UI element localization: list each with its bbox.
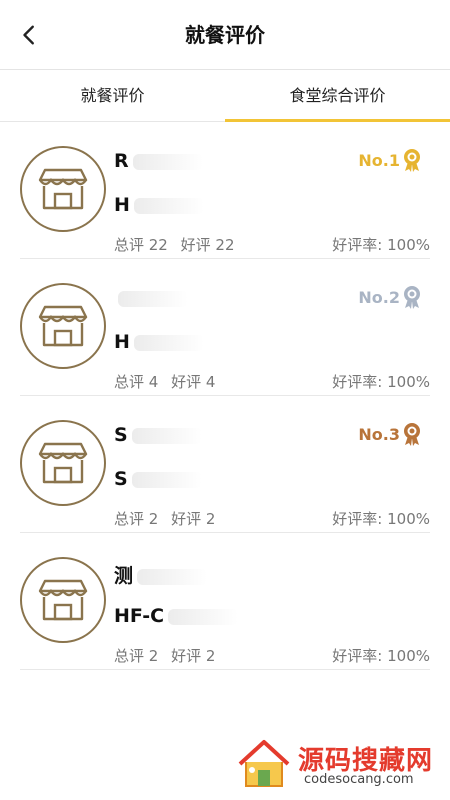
canteen-avatar xyxy=(20,146,106,232)
review-stats: 总评 2 好评 2 xyxy=(114,645,223,666)
good-reviews: 好评 2 xyxy=(171,510,216,528)
review-stats: 总评 22 好评 22 xyxy=(114,234,243,255)
house-logo-icon xyxy=(238,740,290,787)
store-icon xyxy=(38,168,88,210)
canteen-card[interactable]: S S 总评 2 好评 2 好评率: 100% No.3 xyxy=(20,396,430,533)
rank-label: No.1 xyxy=(358,150,400,170)
canteen-card[interactable]: R H 总评 22 好评 22 好评率: 100% No.1 xyxy=(20,122,430,259)
back-button[interactable] xyxy=(12,17,48,53)
watermark: 源码搜藏网 codesocang.com xyxy=(236,738,436,794)
store-icon xyxy=(38,579,88,621)
medal-silver-icon xyxy=(404,286,420,309)
top-bar: 就餐评价 xyxy=(0,0,450,70)
good-rate: 好评率: 100% xyxy=(332,510,430,528)
total-reviews: 总评 22 xyxy=(114,236,168,254)
canteen-name: 测 xyxy=(114,561,208,588)
medal-gold-icon xyxy=(404,149,420,172)
rank-label: No.2 xyxy=(358,287,400,307)
good-rate: 好评率: 100% xyxy=(332,373,430,391)
canteen-list: R H 总评 22 好评 22 好评率: 100% No.1 H 总评 4 好评… xyxy=(0,122,450,670)
canteen-name: R xyxy=(114,150,203,172)
rank-label: No.3 xyxy=(358,424,400,444)
good-reviews: 好评 22 xyxy=(180,236,235,254)
canteen-code: S xyxy=(114,468,202,490)
canteen-name: S xyxy=(114,424,202,446)
canteen-card[interactable]: 测 HF-C 总评 2 好评 2 好评率: 100% xyxy=(20,533,430,670)
canteen-avatar xyxy=(20,557,106,643)
canteen-card[interactable]: H 总评 4 好评 4 好评率: 100% No.2 xyxy=(20,259,430,396)
review-stats: 总评 4 好评 4 xyxy=(114,371,223,392)
canteen-name xyxy=(114,287,188,309)
review-stats: 总评 2 好评 2 xyxy=(114,508,223,529)
total-reviews: 总评 2 xyxy=(114,647,159,665)
rank-badge: No.3 xyxy=(358,422,422,446)
medal-bronze-icon xyxy=(404,423,420,446)
canteen-code: H xyxy=(114,331,204,353)
canteen-code: HF-C xyxy=(114,605,239,627)
page-title: 就餐评价 xyxy=(185,23,265,47)
rank-badge: No.2 xyxy=(358,285,422,309)
total-reviews: 总评 2 xyxy=(114,510,159,528)
tab-bar: 就餐评价 食堂综合评价 xyxy=(0,70,450,122)
canteen-code: H xyxy=(114,194,204,216)
store-icon xyxy=(38,442,88,484)
tab-dining-review[interactable]: 就餐评价 xyxy=(0,70,225,121)
good-rate: 好评率: 100% xyxy=(332,236,430,254)
canteen-avatar xyxy=(20,283,106,369)
good-reviews: 好评 4 xyxy=(171,373,216,391)
tab-canteen-review[interactable]: 食堂综合评价 xyxy=(225,70,450,122)
canteen-avatar xyxy=(20,420,106,506)
chevron-left-icon xyxy=(23,25,34,45)
store-icon xyxy=(38,305,88,347)
good-rate: 好评率: 100% xyxy=(332,647,430,665)
good-reviews: 好评 2 xyxy=(171,647,216,665)
watermark-url: codesocang.com xyxy=(304,772,414,787)
total-reviews: 总评 4 xyxy=(114,373,159,391)
rank-badge: No.1 xyxy=(358,148,422,172)
